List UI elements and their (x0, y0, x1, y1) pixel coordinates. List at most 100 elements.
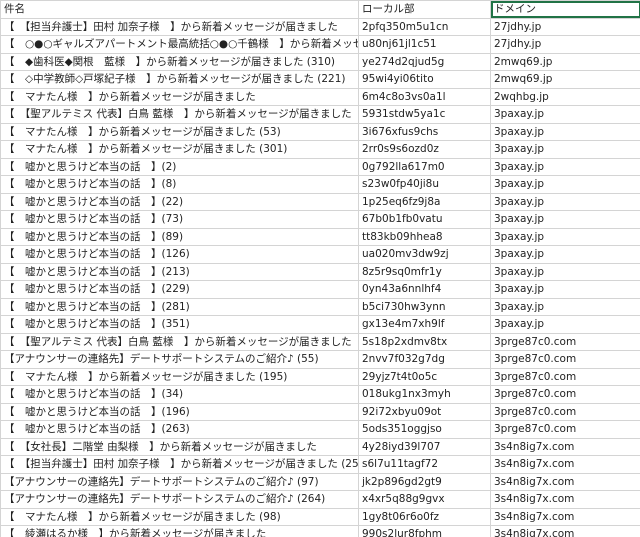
cell-domain[interactable]: 3paxay.jp (490, 210, 640, 229)
cell-subject[interactable]: 【 嘘かと思うけど本当の話 】(2) (0, 157, 359, 176)
cell-local[interactable]: s6l7u11tagf72 (358, 455, 491, 474)
cell-domain[interactable]: 3s4n8ig7x.com (490, 455, 640, 474)
cell-domain[interactable]: 3s4n8ig7x.com (490, 490, 640, 509)
cell-subject[interactable]: 【 綾瀬はるか様 】から新着メッセージが届きました (0, 525, 359, 537)
cell-subject[interactable]: 【 嘘かと思うけど本当の話 】(263) (0, 420, 359, 439)
cell-local[interactable]: 990s2lur8fphm (358, 525, 491, 537)
cell-domain[interactable]: 3paxay.jp (490, 227, 640, 246)
cell-subject[interactable]: 【 マナたん様 】から新着メッセージが届きました (98) (0, 507, 359, 526)
table-row: 【 嘘かと思うけど本当の話 】(229) 0yn43a6nnlhf4 3paxay.… (0, 280, 640, 299)
cell-local[interactable]: 2pfq350m5u1cn (358, 17, 491, 36)
cell-local[interactable]: 0yn43a6nnlhf4 (358, 280, 491, 299)
cell-domain[interactable]: 3prge87c0.com (490, 402, 640, 421)
cell-subject[interactable]: 【 嘘かと思うけど本当の話 】(22) (0, 192, 359, 211)
table-row: 【 嘘かと思うけど本当の話 】(213) 8z5r9sq0mfr1y 3paxay.… (0, 262, 640, 281)
cell-local[interactable]: jk2p896gd2gt9 (358, 472, 491, 491)
cell-subject[interactable]: 【 嘘かと思うけど本当の話 】(126) (0, 245, 359, 264)
cell-domain[interactable]: 2wqhbg.jp (490, 87, 640, 106)
cell-domain[interactable]: 3prge87c0.com (490, 350, 640, 369)
cell-domain[interactable]: 3s4n8ig7x.com (490, 437, 640, 456)
cell-subject[interactable]: 【 嘘かと思うけど本当の話 】(8) (0, 175, 359, 194)
cell-subject[interactable]: 【 嘘かと思うけど本当の話 】(89) (0, 227, 359, 246)
cell-local[interactable]: 3i676xfus9chs (358, 122, 491, 141)
cell-domain[interactable]: 3paxay.jp (490, 105, 640, 124)
cell-local[interactable]: 6m4c8o3vs0a1l (358, 87, 491, 106)
header-cell-local[interactable]: ローカル部 (358, 0, 491, 19)
table-row: 【アナウンサーの連絡先】デートサポートシステムのご紹介♪ (97) jk2p896… (0, 472, 640, 491)
cell-local[interactable]: 2nvv7f032g7dg (358, 350, 491, 369)
cell-subject[interactable]: 【 嘘かと思うけど本当の話 】(34) (0, 385, 359, 404)
table-row: 【 【女社長】二階堂 由梨様 】から新着メッセージが届きました 4y28iyd39… (0, 437, 640, 456)
cell-subject[interactable]: 【 ◆歯科医◆関根 藍様 】から新着メッセージが届きました (310) (0, 52, 359, 71)
cell-subject[interactable]: 【 嘘かと思うけど本当の話 】(351) (0, 315, 359, 334)
header-cell-subject[interactable]: 件名 (0, 0, 359, 19)
cell-domain[interactable]: 3prge87c0.com (490, 385, 640, 404)
cell-domain[interactable]: 2mwq69.jp (490, 70, 640, 89)
cell-subject[interactable]: 【 【聖アルテミス 代表】白鳥 藍様 】から新着メッセージが届きました (0, 105, 359, 124)
cell-local[interactable]: x4xr5q88g9gvx (358, 490, 491, 509)
cell-local[interactable]: 2rr0s9s6ozd0z (358, 140, 491, 159)
cell-subject[interactable]: 【 【女社長】二階堂 由梨様 】から新着メッセージが届きました (0, 437, 359, 456)
table-row: 【 嘘かと思うけど本当の話 】(351) gx13e4m7xh9lf 3paxay.… (0, 315, 640, 334)
cell-local[interactable]: b5ci730hw3ynn (358, 297, 491, 316)
cell-domain[interactable]: 3paxay.jp (490, 175, 640, 194)
cell-subject[interactable]: 【アナウンサーの連絡先】デートサポートシステムのご紹介♪ (97) (0, 472, 359, 491)
cell-subject[interactable]: 【 嘘かと思うけど本当の話 】(229) (0, 280, 359, 299)
cell-local[interactable]: u80nj61jl1c51 (358, 35, 491, 54)
cell-subject[interactable]: 【 マナたん様 】から新着メッセージが届きました (0, 87, 359, 106)
cell-local[interactable]: 92i72xbyu09ot (358, 402, 491, 421)
cell-subject[interactable]: 【 嘘かと思うけど本当の話 】(73) (0, 210, 359, 229)
cell-subject[interactable]: 【 マナたん様 】から新着メッセージが届きました (195) (0, 367, 359, 386)
cell-domain[interactable]: 3paxay.jp (490, 192, 640, 211)
cell-subject[interactable]: 【 マナたん様 】から新着メッセージが届きました (301) (0, 140, 359, 159)
cell-domain[interactable]: 3paxay.jp (490, 157, 640, 176)
cell-local[interactable]: 8z5r9sq0mfr1y (358, 262, 491, 281)
cell-subject[interactable]: 【 ◇中学教師◇戸塚紀子様 】から新着メッセージが届きました (221) (0, 70, 359, 89)
cell-domain[interactable]: 3paxay.jp (490, 262, 640, 281)
cell-local[interactable]: ye274d2qjud5g (358, 52, 491, 71)
cell-domain[interactable]: 3s4n8ig7x.com (490, 507, 640, 526)
cell-local[interactable]: tt83kb09hhea8 (358, 227, 491, 246)
cell-subject[interactable]: 【 【聖アルテミス 代表】白鳥 藍様 】から新着メッセージが届きました (0, 332, 359, 351)
cell-local[interactable]: 5931stdw5ya1c (358, 105, 491, 124)
header-cell-domain[interactable]: ドメイン (490, 0, 640, 19)
cell-subject[interactable]: 【 ○●○ギャルズアパートメント最高統括○●○千鶴様 】から新着メッセージが届き… (0, 35, 359, 54)
cell-subject[interactable]: 【 【担当弁護士】田村 加奈子様 】から新着メッセージが届きました (0, 17, 359, 36)
cell-subject[interactable]: 【 嘘かと思うけど本当の話 】(213) (0, 262, 359, 281)
cell-local[interactable]: 1gy8t06r6o0fz (358, 507, 491, 526)
cell-local[interactable]: 5ods351oggjso (358, 420, 491, 439)
cell-subject[interactable]: 【 嘘かと思うけど本当の話 】(196) (0, 402, 359, 421)
cell-domain[interactable]: 3paxay.jp (490, 315, 640, 334)
cell-local[interactable]: 29yjz7t4t0o5c (358, 367, 491, 386)
cell-domain[interactable]: 27jdhy.jp (490, 35, 640, 54)
cell-local[interactable]: 018ukg1nx3myh (358, 385, 491, 404)
cell-domain[interactable]: 3paxay.jp (490, 122, 640, 141)
cell-domain[interactable]: 3prge87c0.com (490, 367, 640, 386)
table-row: 【 【聖アルテミス 代表】白鳥 藍様 】から新着メッセージが届きました 5931s… (0, 105, 640, 124)
cell-local[interactable]: s23w0fp40ji8u (358, 175, 491, 194)
cell-local[interactable]: 95wi4yi06tito (358, 70, 491, 89)
cell-domain[interactable]: 2mwq69.jp (490, 52, 640, 71)
cell-local[interactable]: gx13e4m7xh9lf (358, 315, 491, 334)
cell-domain[interactable]: 3prge87c0.com (490, 332, 640, 351)
cell-domain[interactable]: 3paxay.jp (490, 245, 640, 264)
cell-domain[interactable]: 27jdhy.jp (490, 17, 640, 36)
cell-local[interactable]: 1p25eq6fz9j8a (358, 192, 491, 211)
cell-subject[interactable]: 【アナウンサーの連絡先】デートサポートシステムのご紹介♪ (264) (0, 490, 359, 509)
cell-subject[interactable]: 【アナウンサーの連絡先】デートサポートシステムのご紹介♪ (55) (0, 350, 359, 369)
cell-local[interactable]: 5s18p2xdmv8tx (358, 332, 491, 351)
table-row: 【 【担当弁護士】田村 加奈子様 】から新着メッセージが届きました 2pfq350… (0, 17, 640, 36)
cell-subject[interactable]: 【 マナたん様 】から新着メッセージが届きました (53) (0, 122, 359, 141)
cell-local[interactable]: 0g792lla617m0 (358, 157, 491, 176)
cell-domain[interactable]: 3prge87c0.com (490, 420, 640, 439)
cell-subject[interactable]: 【 【担当弁護士】田村 加奈子様 】から新着メッセージが届きました (25) (0, 455, 359, 474)
cell-domain[interactable]: 3paxay.jp (490, 140, 640, 159)
cell-domain[interactable]: 3paxay.jp (490, 297, 640, 316)
cell-subject[interactable]: 【 嘘かと思うけど本当の話 】(281) (0, 297, 359, 316)
cell-domain[interactable]: 3s4n8ig7x.com (490, 472, 640, 491)
cell-local[interactable]: ua020mv3dw9zj (358, 245, 491, 264)
cell-domain[interactable]: 3paxay.jp (490, 280, 640, 299)
cell-local[interactable]: 67b0b1fb0vatu (358, 210, 491, 229)
cell-local[interactable]: 4y28iyd39l707 (358, 437, 491, 456)
cell-domain[interactable]: 3s4n8ig7x.com (490, 525, 640, 537)
